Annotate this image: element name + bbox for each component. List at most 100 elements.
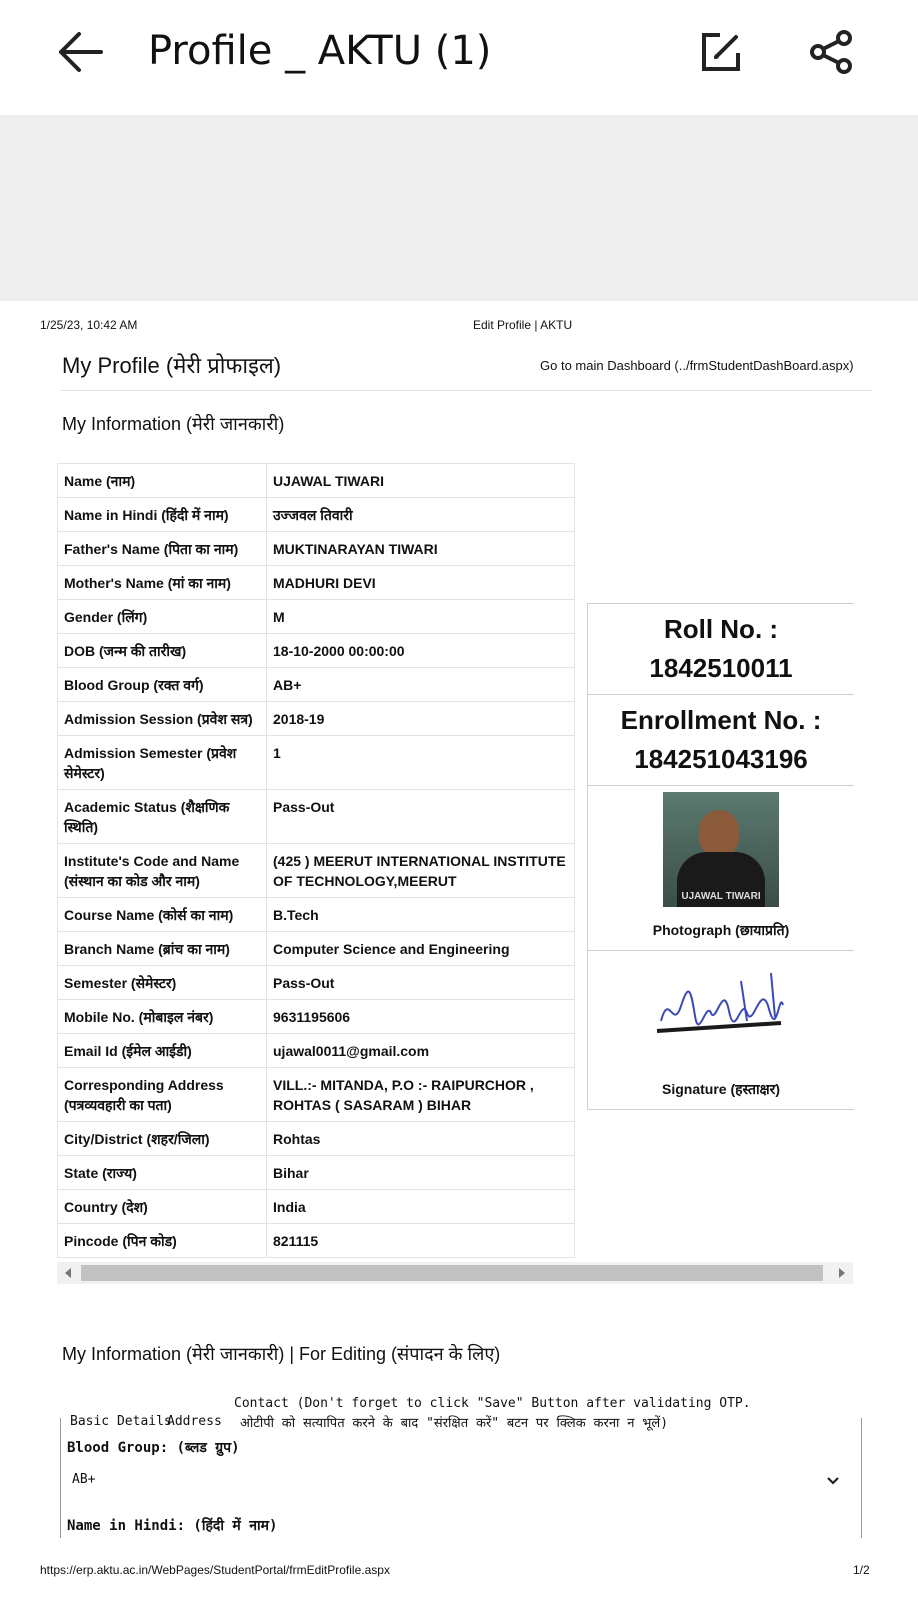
table-row: State (राज्य) Bihar [57, 1155, 575, 1190]
row-value: MADHURI DEVI [266, 565, 575, 600]
row-value: Bihar [266, 1155, 575, 1190]
table-row: Mobile No. (मोबाइल नंबर) 9631195606 [57, 999, 575, 1034]
id-side-panel: Roll No. : 1842510011 Enrollment No. : 1… [587, 603, 854, 1110]
row-value: Rohtas [266, 1121, 575, 1156]
row-value: Computer Science and Engineering [266, 931, 575, 966]
photo-name-tag: UJAWAL TIWARI [681, 891, 761, 902]
share-icon[interactable] [808, 29, 854, 75]
row-value: MUKTINARAYAN TIWARI [266, 531, 575, 566]
row-value: B.Tech [266, 897, 575, 932]
row-label: Father's Name (पिता का नाम) [57, 531, 267, 566]
tab-basic-details[interactable]: Basic Details [70, 1414, 172, 1429]
viewer-gray-band [0, 115, 918, 301]
table-row: Admission Session (प्रवेश सत्र) 2018-19 [57, 701, 575, 736]
scroll-right-icon[interactable] [839, 1268, 845, 1278]
row-label: Blood Group (रक्त वर्ग) [57, 667, 267, 702]
row-label: Email Id (ईमेल आईडी) [57, 1033, 267, 1068]
document-title: Profile _ AKTU (1) [148, 28, 492, 74]
row-label: Name (नाम) [57, 463, 267, 498]
table-row: Gender (लिंग) M [57, 599, 575, 634]
table-row: Semester (सेमेस्टर) Pass-Out [57, 965, 575, 1000]
scroll-thumb[interactable] [81, 1265, 823, 1281]
print-page-title: Edit Profile | AKTU [473, 318, 573, 332]
name-hindi-label: Name in Hindi: (हिंदी में नाम) [67, 1518, 278, 1534]
editing-section-title: My Information (मेरी जानकारी) | For Edit… [62, 1344, 501, 1364]
row-value: 18-10-2000 00:00:00 [266, 633, 575, 668]
roll-number: 1842510011 [649, 653, 793, 683]
photo-caption: Photograph (छायाप्रति) [652, 922, 790, 938]
print-datetime: 1/25/23, 10:42 AM [40, 318, 138, 332]
row-value: M [266, 599, 575, 634]
blood-group-select[interactable]: AB+ [72, 1472, 95, 1487]
row-value: 821115 [266, 1223, 575, 1258]
signature-cell: Signature (हस्ताक्षर) [588, 951, 854, 1110]
table-row: Admission Semester (प्रवेश सेमेस्टर) 1 [57, 735, 575, 790]
back-arrow-icon[interactable] [55, 30, 105, 74]
row-value: UJAWAL TIWARI [266, 463, 575, 498]
print-page-number: 1/2 [853, 1563, 870, 1577]
table-row: Pincode (पिन कोड) 821115 [57, 1223, 575, 1258]
table-row: Course Name (कोर्स का नाम) B.Tech [57, 897, 575, 932]
row-value: 2018-19 [266, 701, 575, 736]
enrollment-number: 184251043196 [634, 744, 808, 774]
app-bar: Profile _ AKTU (1) [0, 0, 918, 115]
row-value: 1 [266, 735, 575, 790]
row-label: Name in Hindi (हिंदी में नाम) [57, 497, 267, 532]
table-row: Country (देश) India [57, 1189, 575, 1224]
divider [60, 390, 872, 391]
section-title: My Information (मेरी जानकारी) [62, 414, 285, 434]
row-label: Institute's Code and Name (संस्थान का को… [57, 843, 267, 898]
row-value: VILL.:- MITANDA, P.O :- RAIPURCHOR , ROH… [266, 1067, 575, 1122]
dashboard-link[interactable]: Go to main Dashboard (../frmStudentDashB… [540, 358, 854, 373]
row-label: Mobile No. (मोबाइल नंबर) [57, 999, 267, 1034]
row-label: Admission Session (प्रवेश सत्र) [57, 701, 267, 736]
table-row: Academic Status (शैक्षणिक स्थिति) Pass-Ou… [57, 789, 575, 844]
row-value: ujawal0011@gmail.com [266, 1033, 575, 1068]
enrollment-cell: Enrollment No. : 184251043196 [588, 695, 854, 786]
print-url: https://erp.aktu.ac.in/WebPages/StudentP… [40, 1563, 390, 1577]
enrollment-label: Enrollment No. : [620, 705, 822, 735]
table-row: Email Id (ईमेल आईडी) ujawal0011@gmail.com [57, 1033, 575, 1068]
table-row: Corresponding Address (पत्रव्यवहारी का प… [57, 1067, 575, 1122]
table-row: Institute's Code and Name (संस्थान का को… [57, 843, 575, 898]
row-label: Pincode (पिन कोड) [57, 1223, 267, 1258]
row-value: (425 ) MEERUT INTERNATIONAL INSTITUTE OF… [266, 843, 575, 898]
row-label: Branch Name (ब्रांच का नाम) [57, 931, 267, 966]
row-label: Country (देश) [57, 1189, 267, 1224]
page-heading: My Profile (मेरी प्रोफाइल) [62, 353, 282, 378]
tab-contact[interactable]: Contact (Don't forget to click "Save" Bu… [234, 1396, 751, 1411]
roll-cell: Roll No. : 1842510011 [588, 604, 854, 695]
row-value: Pass-Out [266, 789, 575, 844]
table-row: Blood Group (रक्त वर्ग) AB+ [57, 667, 575, 702]
photo-cell: UJAWAL TIWARI Photograph (छायाप्रति) [588, 792, 854, 951]
row-label: Gender (लिंग) [57, 599, 267, 634]
contact-hindi-note: ओटीपी को सत्यापित करने के बाद "संरक्षित … [240, 1416, 669, 1431]
row-label: City/District (शहर/जिला) [57, 1121, 267, 1156]
table-row: City/District (शहर/जिला) Rohtas [57, 1121, 575, 1156]
row-value: 9631195606 [266, 999, 575, 1034]
row-value: उज्जवल तिवारी [266, 497, 575, 532]
tab-address[interactable]: Address [167, 1414, 222, 1429]
blood-group-label: Blood Group: (ब्लड ग्रुप) [67, 1440, 240, 1456]
table-row: Father's Name (पिता का नाम) MUKTINARAYAN … [57, 531, 575, 566]
student-photo: UJAWAL TIWARI [663, 792, 779, 907]
signature-image [656, 972, 784, 1033]
row-label: State (राज्य) [57, 1155, 267, 1190]
horizontal-scrollbar[interactable] [57, 1262, 853, 1284]
table-row: DOB (जन्म की तारीख) 18-10-2000 00:00:00 [57, 633, 575, 668]
table-row: Name in Hindi (हिंदी में नाम) उज्जवल तिवा… [57, 497, 575, 532]
edit-icon[interactable] [698, 29, 744, 75]
row-label: Academic Status (शैक्षणिक स्थिति) [57, 789, 267, 844]
table-row: Mother's Name (मां का नाम) MADHURI DEVI [57, 565, 575, 600]
row-label: Admission Semester (प्रवेश सेमेस्टर) [57, 735, 267, 790]
table-row: Branch Name (ब्रांच का नाम) Computer Scie… [57, 931, 575, 966]
profile-info-table: Name (नाम) UJAWAL TIWARI Name in Hindi (हि… [57, 463, 575, 1258]
scroll-left-icon[interactable] [65, 1268, 71, 1278]
chevron-down-icon[interactable] [826, 1474, 840, 1488]
row-value: India [266, 1189, 575, 1224]
signature-caption: Signature (हस्ताक्षर) [661, 1081, 781, 1097]
row-label: Mother's Name (मां का नाम) [57, 565, 267, 600]
row-label: Semester (सेमेस्टर) [57, 965, 267, 1000]
row-label: Course Name (कोर्स का नाम) [57, 897, 267, 932]
row-value: Pass-Out [266, 965, 575, 1000]
